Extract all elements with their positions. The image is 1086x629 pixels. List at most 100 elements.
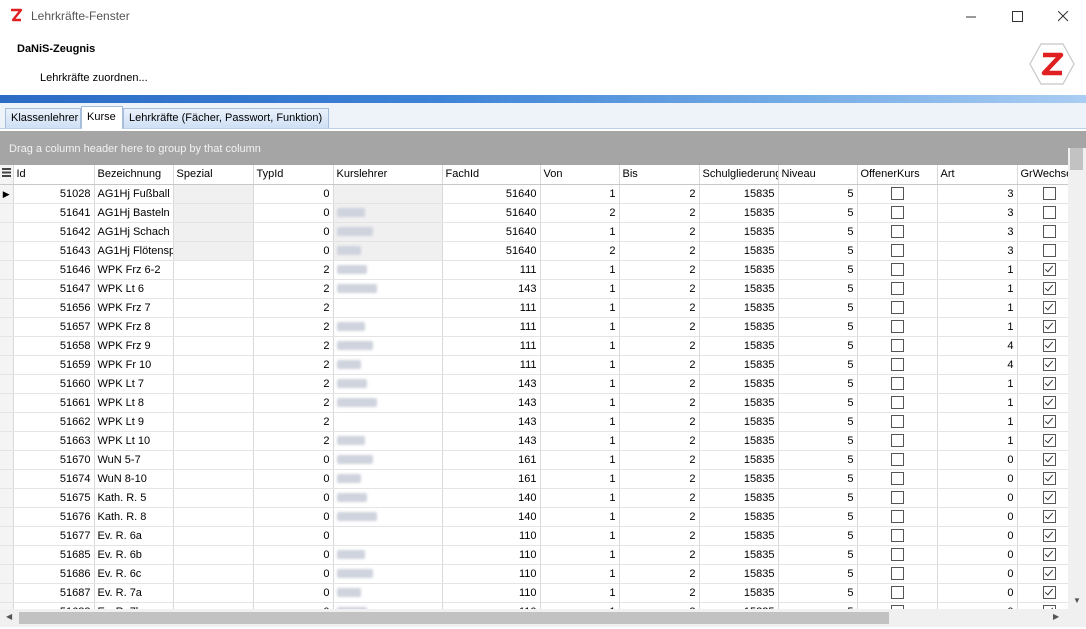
cell-fachid[interactable]: 143 [442,431,541,451]
cell-von[interactable]: 1 [540,602,620,609]
cell-id[interactable]: 51661 [13,393,95,413]
table-row[interactable]: 51646 WPK Frz 6-2 2 111 1 2 15835 5 1 [0,260,1068,280]
cell-fachid[interactable]: 143 [442,393,541,413]
cell-fachid[interactable]: 51640 [442,203,541,223]
cell-grwechsel[interactable] [1017,222,1068,242]
column-header-niveau[interactable]: Niveau [778,165,858,185]
cell-bezeichnung[interactable]: WPK Frz 8 [94,317,174,337]
cell-bezeichnung[interactable]: Kath. R. 5 [94,488,174,508]
cell-spezial[interactable] [173,488,254,508]
column-header-grwechsel[interactable]: GrWechsel [1017,165,1068,185]
column-header-bis[interactable]: Bis [619,165,700,185]
checkbox-unchecked[interactable] [890,263,904,276]
cell-niveau[interactable]: 5 [778,412,858,432]
table-row[interactable]: ▶ 51028 AG1Hj Fußball 0 51640 1 2 15835 5 3 [0,184,1068,204]
cell-kurslehrer[interactable] [333,374,443,394]
row-indicator[interactable] [0,260,14,280]
cell-spezial[interactable] [173,564,254,584]
checkbox-unchecked[interactable] [1043,244,1056,257]
table-row[interactable]: 51674 WuN 8-10 0 161 1 2 15835 5 0 [0,469,1068,489]
cell-bezeichnung[interactable]: AG1Hj Fußball [94,184,174,204]
row-indicator[interactable] [0,298,14,318]
cell-art[interactable]: 0 [937,583,1018,603]
cell-niveau[interactable]: 5 [778,260,858,280]
cell-schulgliederung[interactable]: 15835 [699,602,779,609]
cell-typid[interactable]: 2 [253,298,334,318]
cell-id[interactable]: 51677 [13,526,95,546]
cell-typid[interactable]: 0 [253,583,334,603]
cell-id[interactable]: 51642 [13,222,95,242]
cell-bezeichnung[interactable]: AG1Hj Schach [94,222,174,242]
cell-bis[interactable]: 2 [619,469,700,489]
cell-von[interactable]: 1 [540,222,620,242]
cell-art[interactable]: 1 [937,260,1018,280]
cell-id[interactable]: 51686 [13,564,95,584]
cell-typid[interactable]: 2 [253,431,334,451]
table-row[interactable]: 51687 Ev. R. 7a 0 110 1 2 15835 5 0 [0,583,1068,603]
checkbox-checked[interactable] [1043,491,1056,504]
cell-kurslehrer[interactable] [333,602,443,609]
cell-bezeichnung[interactable]: Ev. R. 6b [94,545,174,565]
cell-kurslehrer[interactable] [333,317,443,337]
cell-fachid[interactable]: 111 [442,355,541,375]
cell-schulgliederung[interactable]: 15835 [699,431,779,451]
cell-art[interactable]: 4 [937,355,1018,375]
checkbox-checked[interactable] [1043,377,1056,390]
cell-grwechsel[interactable] [1017,298,1068,318]
cell-schulgliederung[interactable]: 15835 [699,412,779,432]
checkbox-unchecked[interactable] [890,415,904,428]
checkbox-unchecked[interactable] [890,301,904,314]
cell-typid[interactable]: 0 [253,469,334,489]
cell-grwechsel[interactable] [1017,412,1068,432]
cell-niveau[interactable]: 5 [778,583,858,603]
cell-kurslehrer[interactable] [333,241,443,261]
checkbox-unchecked[interactable] [890,510,904,523]
cell-von[interactable]: 1 [540,526,620,546]
cell-grwechsel[interactable] [1017,602,1068,609]
checkbox-unchecked[interactable] [890,244,904,257]
cell-kurslehrer[interactable] [333,355,443,375]
checkbox-unchecked[interactable] [890,187,904,200]
cell-spezial[interactable] [173,260,254,280]
cell-art[interactable]: 0 [937,469,1018,489]
cell-niveau[interactable]: 5 [778,450,858,470]
checkbox-checked[interactable] [1043,510,1056,523]
cell-spezial[interactable] [173,583,254,603]
cell-typid[interactable]: 2 [253,317,334,337]
cell-offenerkurs[interactable] [857,374,938,394]
cell-spezial[interactable] [173,355,254,375]
cell-bezeichnung[interactable]: WPK Lt 9 [94,412,174,432]
cell-bezeichnung[interactable]: WuN 8-10 [94,469,174,489]
vertical-scroll-thumb[interactable] [1070,148,1083,170]
checkbox-unchecked[interactable] [890,206,904,219]
row-indicator[interactable] [0,469,14,489]
cell-niveau[interactable]: 5 [778,602,858,609]
checkbox-unchecked[interactable] [890,282,904,295]
cell-fachid[interactable]: 110 [442,564,541,584]
cell-fachid[interactable]: 111 [442,260,541,280]
table-row[interactable]: 51647 WPK Lt 6 2 143 1 2 15835 5 1 [0,279,1068,299]
cell-id[interactable]: 51676 [13,507,95,527]
table-row[interactable]: 51656 WPK Frz 7 2 111 1 2 15835 5 1 [0,298,1068,318]
cell-art[interactable]: 3 [937,184,1018,204]
cell-typid[interactable]: 0 [253,602,334,609]
minimize-button[interactable] [948,0,994,32]
cell-art[interactable]: 1 [937,317,1018,337]
cell-offenerkurs[interactable] [857,317,938,337]
cell-grwechsel[interactable] [1017,336,1068,356]
checkbox-unchecked[interactable] [890,567,904,580]
cell-art[interactable]: 3 [937,241,1018,261]
column-header-schulgliederung[interactable]: Schulgliederung [699,165,779,185]
table-row[interactable]: 51663 WPK Lt 10 2 143 1 2 15835 5 1 [0,431,1068,451]
cell-art[interactable]: 3 [937,222,1018,242]
cell-bis[interactable]: 2 [619,355,700,375]
row-indicator[interactable] [0,222,14,242]
cell-bezeichnung[interactable]: WPK Lt 6 [94,279,174,299]
cell-schulgliederung[interactable]: 15835 [699,241,779,261]
cell-bis[interactable]: 2 [619,507,700,527]
table-row[interactable]: 51676 Kath. R. 8 0 140 1 2 15835 5 0 [0,507,1068,527]
cell-bis[interactable]: 2 [619,184,700,204]
cell-schulgliederung[interactable]: 15835 [699,298,779,318]
checkbox-unchecked[interactable] [890,453,904,466]
cell-art[interactable]: 1 [937,298,1018,318]
